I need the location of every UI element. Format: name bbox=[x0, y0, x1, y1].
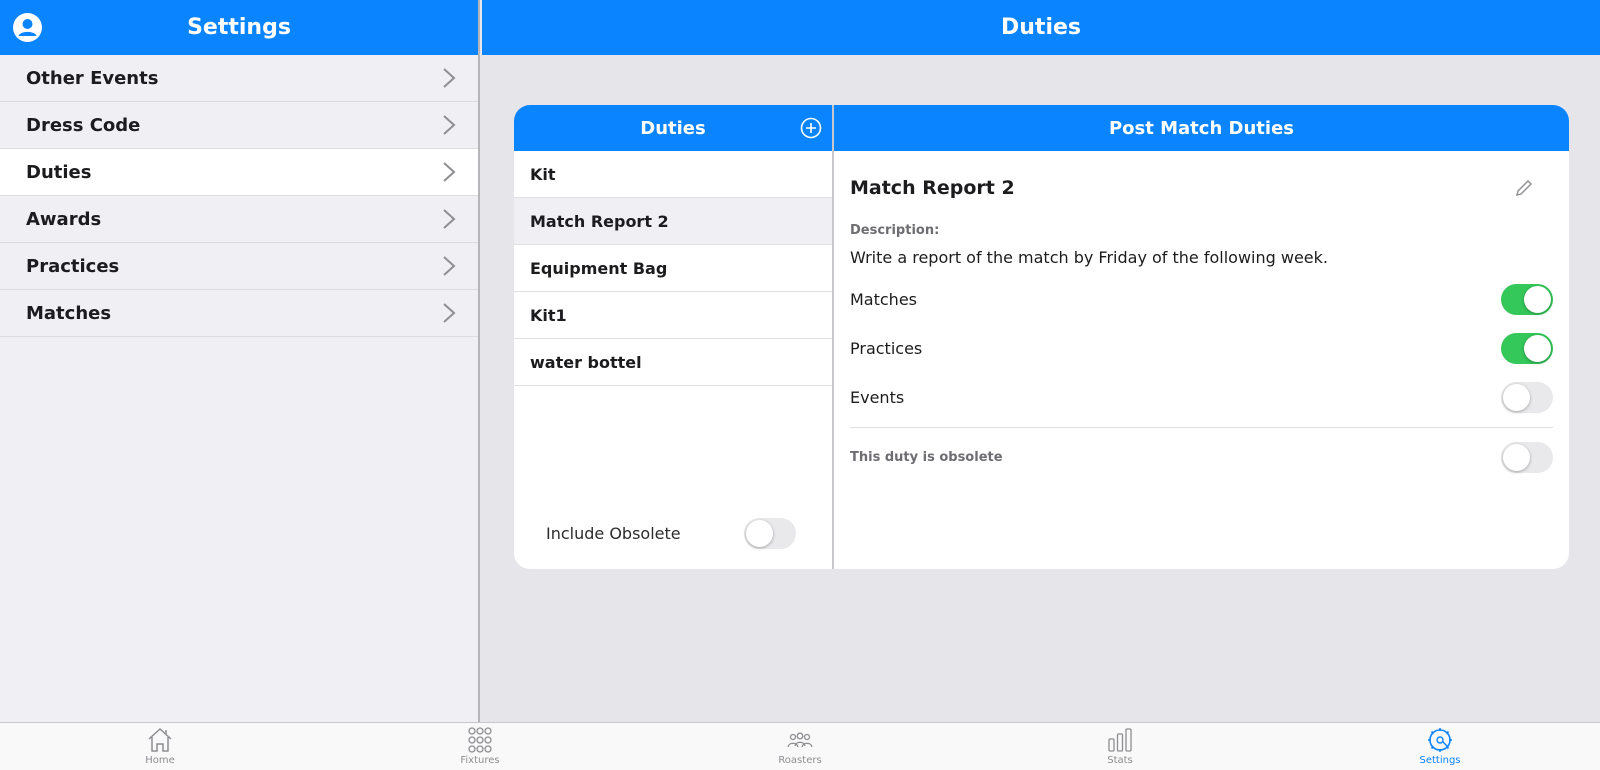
obsolete-duty-row: This duty is obsolete bbox=[850, 428, 1553, 486]
sidebar-title: Settings bbox=[187, 15, 291, 40]
tab-fixtures[interactable]: Fixtures bbox=[320, 723, 640, 770]
sidebar-item-label: Matches bbox=[26, 302, 112, 324]
toggle-label: Matches bbox=[850, 290, 917, 309]
matches-toggle[interactable] bbox=[1501, 284, 1553, 315]
gear-icon bbox=[1428, 728, 1452, 752]
sidebar-item-label: Awards bbox=[26, 208, 102, 230]
chevron-right-icon bbox=[443, 162, 456, 182]
duty-title: Match Report 2 bbox=[850, 177, 1015, 199]
duty-item-label: Kit bbox=[530, 164, 556, 184]
sidebar-item-other-events[interactable]: Other Events bbox=[0, 55, 478, 102]
tab-label: Settings bbox=[1419, 755, 1461, 766]
profile-button[interactable] bbox=[13, 13, 42, 42]
events-toggle[interactable] bbox=[1501, 382, 1553, 413]
tab-label: Home bbox=[145, 755, 175, 766]
obsolete-duty-label: This duty is obsolete bbox=[850, 449, 1003, 465]
duty-item-label: Kit1 bbox=[530, 305, 567, 325]
add-circle-icon[interactable] bbox=[800, 117, 822, 139]
toggle-knob bbox=[1503, 384, 1530, 411]
duties-list-title: Duties bbox=[640, 117, 706, 139]
sidebar-item-awards[interactable]: Awards bbox=[0, 196, 478, 243]
description-text: Write a report of the match by Friday of… bbox=[850, 248, 1328, 267]
duty-item-label: Equipment Bag bbox=[530, 258, 668, 278]
page-title: Duties bbox=[1001, 15, 1081, 40]
include-obsolete-label: Include Obsolete bbox=[546, 523, 681, 543]
sidebar-item-label: Dress Code bbox=[26, 114, 141, 136]
sidebar-item-duties[interactable]: Duties bbox=[0, 149, 478, 196]
toggle-knob bbox=[1524, 335, 1551, 362]
toggle-label: Practices bbox=[850, 339, 923, 358]
people-icon bbox=[787, 732, 813, 748]
toggle-row-matches: Matches bbox=[850, 275, 1553, 324]
duty-item-match-report-2[interactable]: Match Report 2 bbox=[514, 198, 832, 245]
duty-item-label: Match Report 2 bbox=[530, 211, 669, 231]
include-obsolete-row: Include Obsolete bbox=[514, 515, 832, 551]
tab-label: Fixtures bbox=[460, 755, 500, 766]
sidebar-item-label: Practices bbox=[26, 255, 120, 277]
duties-list-pane: Duties Kit Match Report 2 Equipment Bag … bbox=[514, 105, 834, 569]
sidebar-header: Settings bbox=[0, 0, 478, 55]
chevron-right-icon bbox=[443, 256, 456, 276]
duty-detail-body: Match Report 2 Description: Write a repo… bbox=[834, 151, 1569, 486]
chevron-right-icon bbox=[443, 209, 456, 229]
toggle-row-events: Events bbox=[850, 373, 1553, 422]
duty-item-kit1[interactable]: Kit1 bbox=[514, 292, 832, 339]
duty-detail-pane: Post Match Duties Match Report 2 Descrip… bbox=[834, 105, 1569, 569]
toggle-row-practices: Practices bbox=[850, 324, 1553, 373]
settings-sidebar: Settings Other Events Dress Code Duties … bbox=[0, 0, 480, 722]
tab-stats[interactable]: Stats bbox=[960, 723, 1280, 770]
tab-home[interactable]: Home bbox=[0, 723, 320, 770]
duty-item-equipment-bag[interactable]: Equipment Bag bbox=[514, 245, 832, 292]
duty-item-kit[interactable]: Kit bbox=[514, 151, 832, 198]
tab-settings[interactable]: Settings bbox=[1280, 723, 1600, 770]
tab-bar: Home Fixtures Roasters Stats Settings bbox=[0, 722, 1600, 770]
sidebar-item-practices[interactable]: Practices bbox=[0, 243, 478, 290]
duties-list-header: Duties bbox=[514, 105, 832, 151]
sidebar-item-label: Other Events bbox=[26, 67, 159, 89]
duty-title-row: Match Report 2 bbox=[850, 151, 1553, 225]
chevron-right-icon bbox=[443, 68, 456, 88]
sidebar-item-dress-code[interactable]: Dress Code bbox=[0, 102, 478, 149]
main-header: Duties bbox=[482, 0, 1600, 55]
toggle-knob bbox=[1524, 286, 1551, 313]
sidebar-item-label: Duties bbox=[26, 161, 92, 183]
tab-label: Roasters bbox=[778, 755, 822, 766]
duties-card: Duties Kit Match Report 2 Equipment Bag … bbox=[514, 105, 1569, 569]
chevron-right-icon bbox=[443, 115, 456, 135]
chevron-right-icon bbox=[443, 303, 456, 323]
duty-detail-header: Post Match Duties bbox=[834, 105, 1569, 151]
duty-detail-header-title: Post Match Duties bbox=[1108, 117, 1294, 139]
toggle-knob bbox=[1503, 443, 1530, 471]
toggle-knob bbox=[746, 519, 773, 547]
obsolete-duty-toggle[interactable] bbox=[1501, 441, 1553, 473]
practices-toggle[interactable] bbox=[1501, 333, 1553, 364]
home-icon bbox=[148, 727, 172, 752]
duty-item-label: water bottel bbox=[530, 352, 642, 372]
grid-icon bbox=[468, 727, 492, 753]
tab-roasters[interactable]: Roasters bbox=[640, 723, 960, 770]
toggle-label: Events bbox=[850, 388, 905, 407]
description-label: Description: bbox=[850, 223, 940, 238]
bar-chart-icon bbox=[1108, 728, 1132, 752]
user-icon bbox=[18, 19, 37, 36]
duty-item-water-bottel[interactable]: water bottel bbox=[514, 339, 832, 386]
tab-label: Stats bbox=[1107, 755, 1133, 766]
include-obsolete-toggle[interactable] bbox=[744, 517, 796, 549]
pencil-icon[interactable] bbox=[1513, 177, 1535, 199]
sidebar-item-matches[interactable]: Matches bbox=[0, 290, 478, 337]
